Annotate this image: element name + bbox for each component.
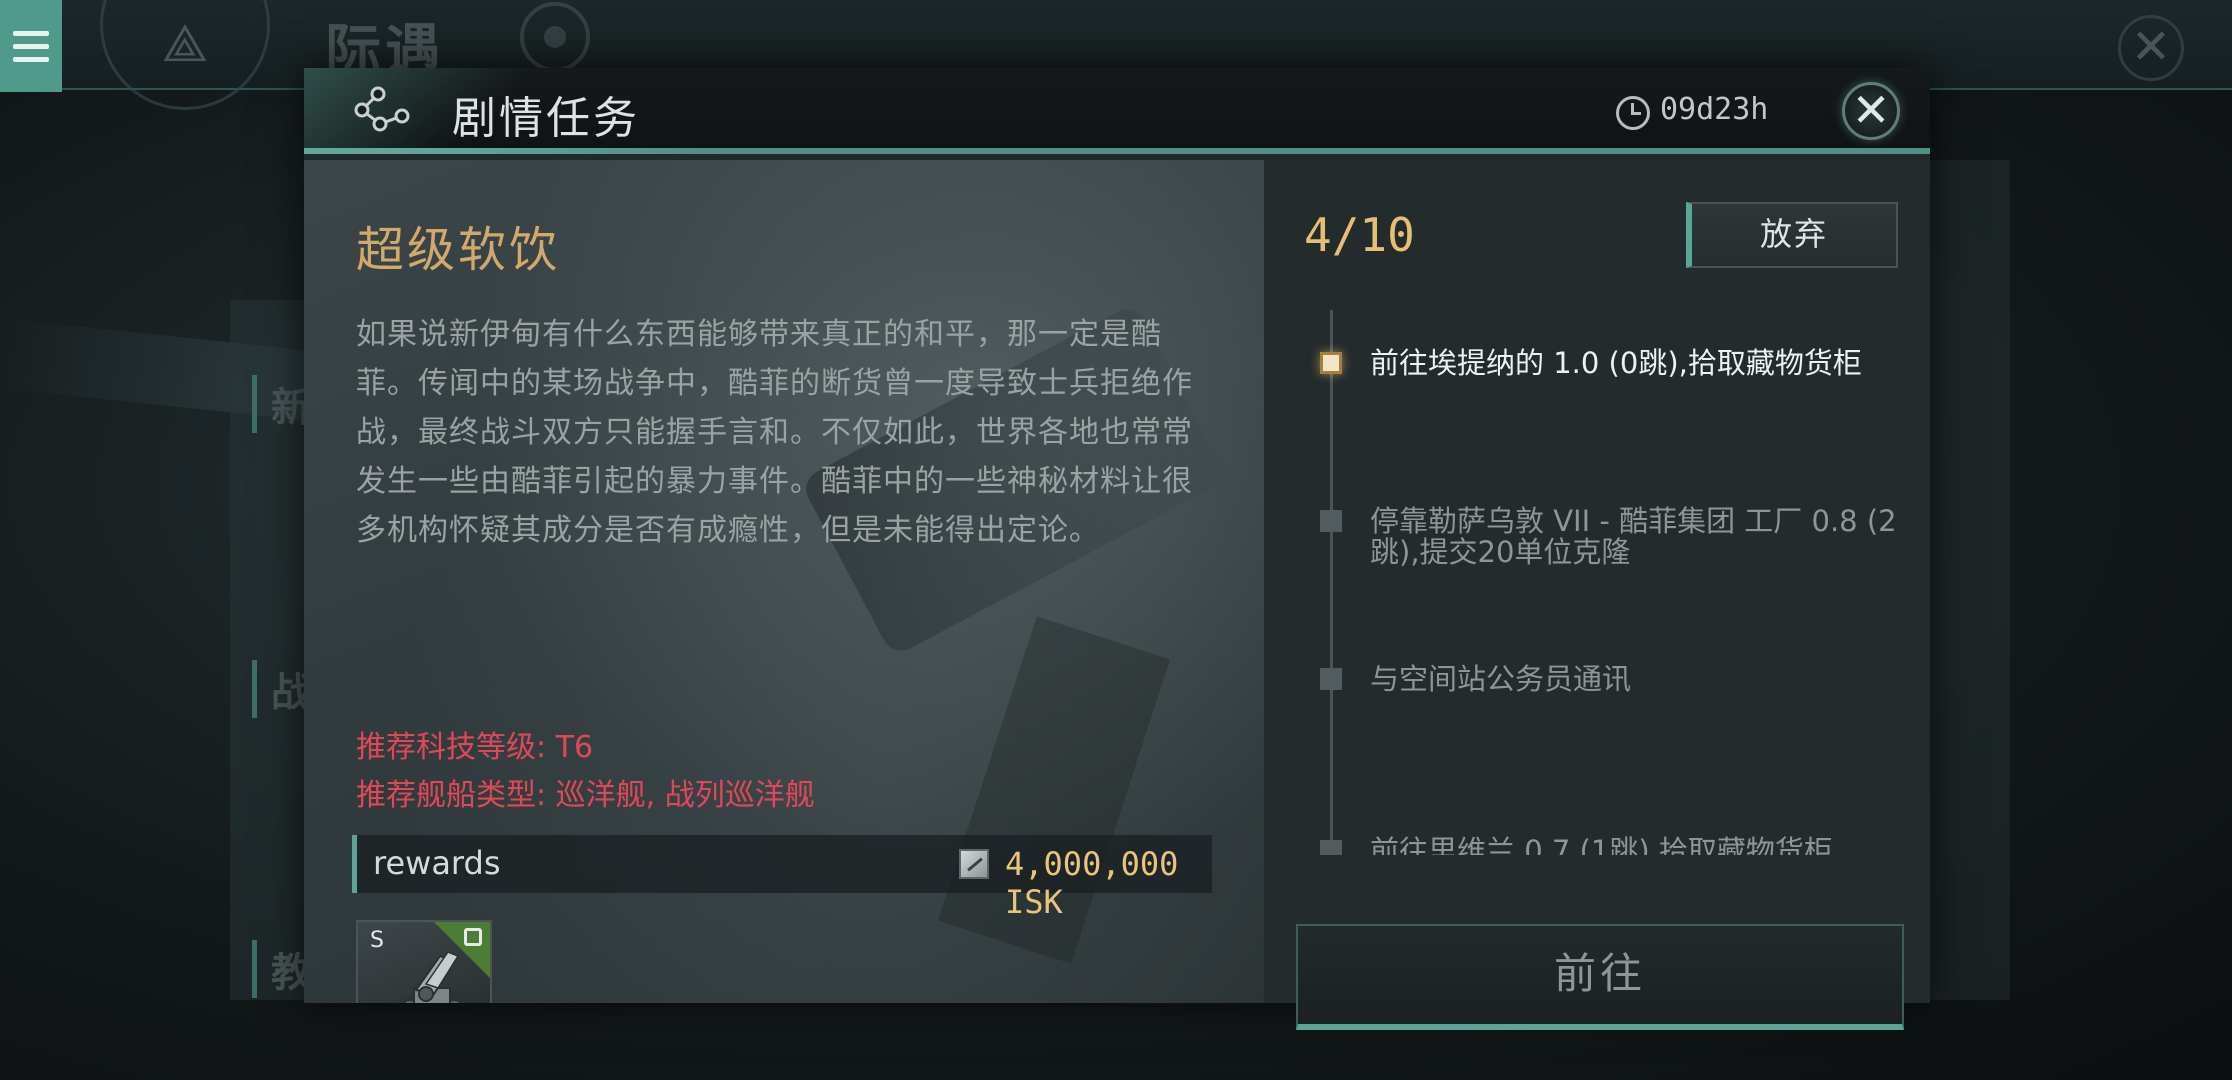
recommended-tech-level: 推荐科技等级: T6 bbox=[356, 730, 594, 765]
dialog-header: 剧情任务 09d23h ✕ bbox=[304, 68, 1930, 154]
clock-icon bbox=[1616, 96, 1650, 130]
target-icon bbox=[520, 2, 590, 72]
mission-description: 如果说新伊甸有什么东西能够带来真正的和平，那一定是酷菲。传闻中的某场战争中，酷菲… bbox=[356, 317, 1193, 548]
mission-name: 超级软饮 bbox=[356, 222, 561, 278]
recommended-ship-type: 推荐舰船类型: 巡洋舰, 战列巡洋舰 bbox=[356, 778, 815, 813]
close-button[interactable]: ✕ bbox=[1842, 82, 1900, 140]
background-side-label: 教 bbox=[252, 940, 311, 998]
mission-details-pane: 超级软饮 如果说新伊甸有什么东西能够带来真正的和平，那一定是酷菲。传闻中的某场战… bbox=[304, 160, 1264, 1003]
step-text: 停靠勒萨乌敦 VII - 酷菲集团 工厂 0.8 (2跳),提交20单位克隆 bbox=[1370, 504, 1897, 569]
turret-icon bbox=[403, 951, 461, 1003]
dialog-title: 剧情任务 bbox=[452, 93, 640, 144]
background-side-label: 新 bbox=[252, 375, 311, 433]
step-text: 前往埃提纳的 1.0 (0跳),拾取藏物货柜 bbox=[1370, 346, 1862, 380]
go-button[interactable]: 前往 bbox=[1296, 924, 1904, 1030]
rewards-label: rewards bbox=[373, 844, 501, 882]
isk-icon bbox=[959, 849, 989, 879]
step-marker-active-icon bbox=[1320, 352, 1342, 374]
menu-button[interactable] bbox=[0, 0, 62, 92]
menu-icon bbox=[13, 30, 49, 36]
step-marker-icon bbox=[1320, 510, 1342, 532]
step-marker-icon bbox=[1320, 840, 1342, 855]
timeline-line bbox=[1330, 310, 1333, 855]
abandon-button[interactable]: 放弃 bbox=[1686, 202, 1898, 268]
reward-item-turret[interactable]: S bbox=[356, 920, 492, 1003]
isk-reward: 4,000,000 ISK bbox=[1005, 845, 1179, 921]
step-marker-icon bbox=[1320, 668, 1342, 690]
step-text: 与空间站公务员通讯 bbox=[1370, 662, 1632, 696]
story-mission-dialog: 剧情任务 09d23h ✕ 超级软饮 如果说新伊甸有什么东西能够带来真正的和平，… bbox=[304, 68, 1930, 1030]
quest-path-icon bbox=[354, 86, 410, 132]
mission-steps-pane: 4/10 放弃 前往埃提纳的 1.0 (0跳),拾取藏物货柜 停靠勒萨乌敦 VI… bbox=[1264, 160, 1930, 1030]
faction-logo-icon: ⟁ bbox=[161, 14, 209, 74]
background-close-icon: ✕ bbox=[2118, 15, 2184, 81]
step-text: 前往里维兰 0.7 (1跳),拾取藏物货柜 bbox=[1370, 834, 1833, 856]
mission-progress: 4/10 bbox=[1304, 208, 1415, 262]
item-size-label: S bbox=[370, 928, 384, 953]
time-remaining: 09d23h bbox=[1660, 92, 1769, 127]
steps-list[interactable]: 前往埃提纳的 1.0 (0跳),拾取藏物货柜 停靠勒萨乌敦 VII - 酷菲集团… bbox=[1264, 310, 1930, 855]
rewards-bar: rewards 4,000,000 ISK bbox=[352, 835, 1212, 921]
background-panel-right bbox=[1930, 160, 2010, 1000]
background-side-label: 战 bbox=[252, 660, 311, 718]
